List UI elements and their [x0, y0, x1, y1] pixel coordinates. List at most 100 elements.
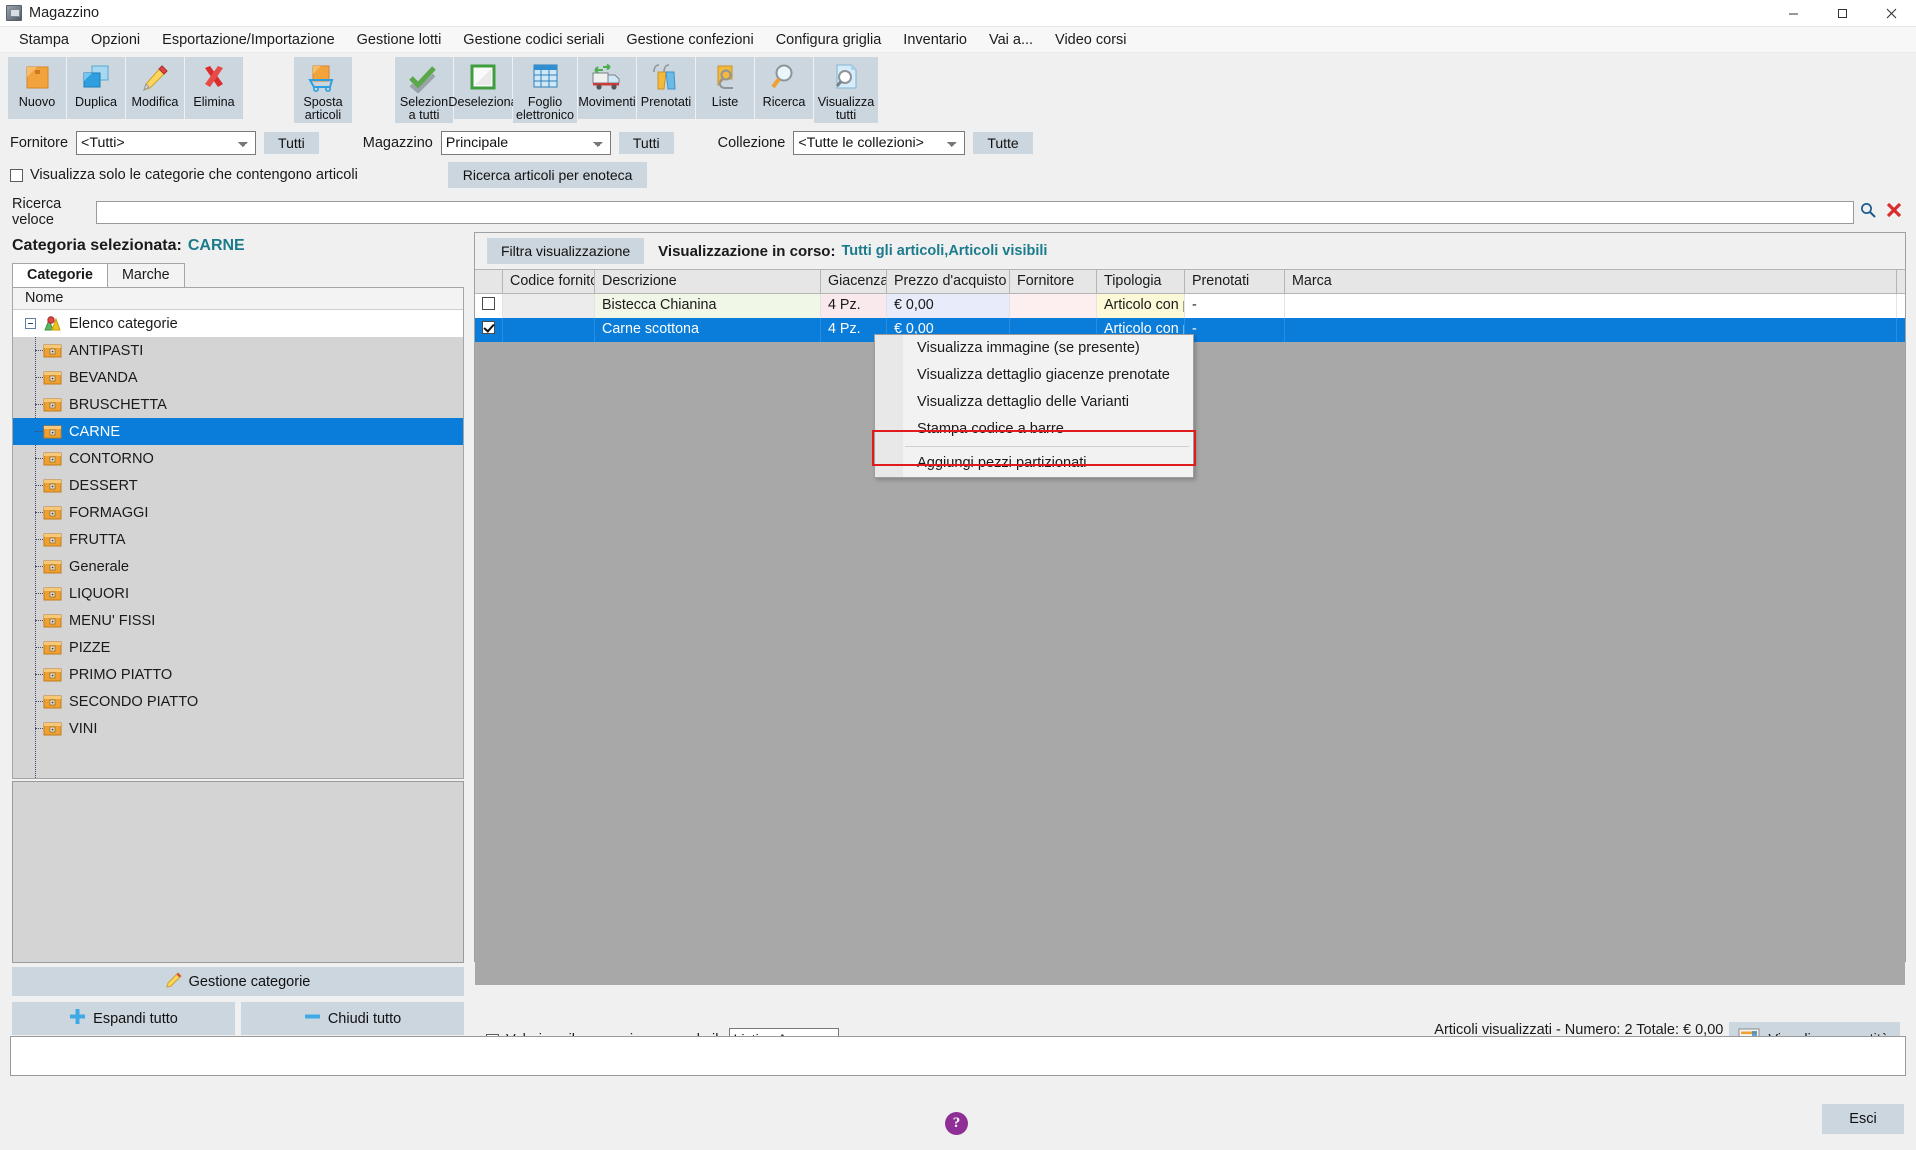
toolbar-button-nuovo[interactable]: Nuovo: [8, 57, 66, 119]
category-tree[interactable]: Nome Elenco categorie ANTIPASTI BEVANDA BR…: [12, 287, 464, 779]
grid-column-header-tipologia[interactable]: Tipologia: [1097, 270, 1185, 293]
box-icon: [43, 397, 62, 413]
menu-item-opzioni[interactable]: Opzioni: [80, 29, 151, 51]
collezione-tutte-button[interactable]: Tutte: [973, 132, 1033, 154]
cell-prenotati: -: [1185, 318, 1285, 342]
collapse-expander-icon[interactable]: [25, 318, 36, 329]
context-menu-item-aggiungi-pezzi-partizionati[interactable]: Aggiungi pezzi partizionati: [875, 450, 1193, 477]
grid-column-header-fornitore[interactable]: Fornitore: [1010, 270, 1097, 293]
tree-item-generale[interactable]: Generale: [13, 553, 463, 580]
menu-item-gestione-lotti[interactable]: Gestione lotti: [346, 29, 453, 51]
menu-item-inventario[interactable]: Inventario: [892, 29, 978, 51]
grid-column-header-marca[interactable]: Marca: [1285, 270, 1897, 293]
help-icon[interactable]: ?: [945, 1112, 968, 1135]
tree-item-frutta[interactable]: FRUTTA: [13, 526, 463, 553]
fornitore-tutti-button[interactable]: Tutti: [264, 132, 319, 154]
tree-item-menu-fissi[interactable]: MENU' FISSI: [13, 607, 463, 634]
tree-item-liquori[interactable]: LIQUORI: [13, 580, 463, 607]
ricerca-enoteca-button[interactable]: Ricerca articoli per enoteca: [447, 162, 648, 188]
menu-item-gestione-confezioni[interactable]: Gestione confezioni: [615, 29, 764, 51]
magazzino-select[interactable]: Principale: [440, 131, 611, 155]
row-select-checkbox[interactable]: [475, 294, 503, 318]
notes-box[interactable]: [10, 1036, 1906, 1076]
gestione-categorie-button[interactable]: Gestione categorie: [12, 967, 464, 996]
tree-item-contorno[interactable]: CONTORNO: [13, 445, 463, 472]
search-icon[interactable]: [1860, 202, 1876, 222]
magazzino-tutti-button[interactable]: Tutti: [618, 132, 674, 154]
menu-item-gestione-codici-seriali[interactable]: Gestione codici seriali: [452, 29, 615, 51]
grid-column-header-descrizione[interactable]: Descrizione: [595, 270, 821, 293]
red-x-clear-icon[interactable]: [1886, 202, 1902, 222]
empty-square-icon: [466, 63, 500, 93]
tab-categorie[interactable]: Categorie: [12, 263, 108, 287]
articles-grid[interactable]: Codice fornitoreDescrizioneGiacenzaPrezz…: [475, 269, 1905, 342]
grid-column-header-checkbox[interactable]: [475, 270, 503, 293]
menu-item-vai-a[interactable]: Vai a...: [978, 29, 1044, 51]
toolbar-button-prenotati[interactable]: Prenotati: [637, 57, 695, 119]
context-menu-item-visualizza-dettaglio-delle-varianti[interactable]: Visualizza dettaglio delle Varianti: [875, 389, 1193, 416]
cell-codice-fornitore: [503, 294, 595, 318]
tree-item-bevanda[interactable]: BEVANDA: [13, 364, 463, 391]
search-input[interactable]: [97, 201, 1853, 223]
espandi-tutto-button[interactable]: Espandi tutto: [12, 1002, 235, 1035]
close-icon[interactable]: [1867, 0, 1916, 27]
category-detail-area: [12, 781, 464, 963]
menu-item-configura-griglia[interactable]: Configura griglia: [765, 29, 893, 51]
checkbox-icon[interactable]: [482, 321, 495, 334]
tree-item-secondo-piatto[interactable]: SECONDO PIATTO: [13, 688, 463, 715]
toolbar-button-ricerca[interactable]: Ricerca: [755, 57, 813, 119]
tree-item-antipasti[interactable]: ANTIPASTI: [13, 337, 463, 364]
context-menu-separator: [905, 446, 1189, 447]
toolbar-label: Prenotati: [640, 95, 692, 109]
chiudi-tutto-button[interactable]: Chiudi tutto: [241, 1002, 464, 1035]
tree-item-carne[interactable]: CARNE: [13, 418, 463, 445]
table-row[interactable]: Bistecca Chianina 4 Pz. € 0,00 Articolo con…: [475, 294, 1905, 318]
tree-item-vini[interactable]: VINI: [13, 715, 463, 742]
esci-button[interactable]: Esci: [1822, 1104, 1904, 1134]
toolbar-button-seleziona-tutti[interactable]: Selezion a tutti: [395, 57, 453, 123]
notes-input[interactable]: [11, 1037, 1905, 1075]
toolbar-button-elimina[interactable]: Elimina: [185, 57, 243, 119]
menu-bar: Stampa Opzioni Esportazione/Importazione…: [0, 27, 1916, 53]
quick-search-input-wrap[interactable]: [96, 200, 1854, 224]
fornitore-select[interactable]: <Tutti>: [76, 131, 257, 155]
toolbar-button-liste[interactable]: Liste: [696, 57, 754, 119]
menu-item-video-corsi[interactable]: Video corsi: [1044, 29, 1137, 51]
tab-marche[interactable]: Marche: [106, 263, 185, 287]
filtra-visualizzazione-button[interactable]: Filtra visualizzazione: [487, 238, 645, 264]
toolbar-label: Foglio elettronico: [515, 95, 575, 122]
context-menu-item-stampa-codice-a-barre[interactable]: Stampa codice a barre: [875, 416, 1193, 443]
toolbar-button-foglio-elettronico[interactable]: Foglio elettronico: [513, 57, 577, 123]
toolbar-button-movimenti[interactable]: Movimenti: [578, 57, 636, 119]
cell-giacenza: 4 Pz.: [821, 294, 887, 318]
toolbar-button-deseleziona[interactable]: Deseleziona: [448, 57, 518, 119]
box-icon: [43, 721, 62, 737]
menu-item-stampa[interactable]: Stampa: [8, 29, 80, 51]
grid-column-header-giacenza[interactable]: Giacenza: [821, 270, 887, 293]
toolbar-button-modifica[interactable]: Modifica: [126, 57, 184, 119]
context-menu-item-visualizza-immagine-se-presente[interactable]: Visualizza immagine (se presente): [875, 335, 1193, 362]
tree-item-bruschetta[interactable]: BRUSCHETTA: [13, 391, 463, 418]
grid-column-header-codice-fornitore[interactable]: Codice fornitore: [503, 270, 595, 293]
toolbar-button-visualizza-tutti[interactable]: Visualizza tutti: [814, 57, 878, 123]
context-menu[interactable]: Visualizza immagine (se presente) Visuali…: [874, 334, 1194, 478]
tree-item-primo-piatto[interactable]: PRIMO PIATTO: [13, 661, 463, 688]
toolbar-label: Nuovo: [18, 95, 56, 109]
grid-column-header-prezzo-d-acquisto[interactable]: Prezzo d'acquisto: [887, 270, 1010, 293]
maximize-icon[interactable]: [1818, 0, 1867, 27]
menu-item-esportazione-importazione[interactable]: Esportazione/Importazione: [151, 29, 346, 51]
only-categories-with-articles-checkbox[interactable]: [10, 168, 23, 182]
tree-item-formaggi[interactable]: FORMAGGI: [13, 499, 463, 526]
tree-item-label: BRUSCHETTA: [69, 396, 167, 413]
grid-column-header-prenotati[interactable]: Prenotati: [1185, 270, 1285, 293]
toolbar-button-duplica[interactable]: Duplica: [67, 57, 125, 119]
tree-item-dessert[interactable]: DESSERT: [13, 472, 463, 499]
toolbar-button-sposta-articoli[interactable]: Sposta articoli: [294, 57, 352, 123]
row-select-checkbox[interactable]: [475, 318, 503, 342]
tree-root-item[interactable]: Elenco categorie: [13, 310, 463, 337]
tree-item-pizze[interactable]: PIZZE: [13, 634, 463, 661]
collezione-select[interactable]: <Tutte le collezioni>: [793, 131, 966, 155]
context-menu-item-visualizza-dettaglio-giacenze-prenotate[interactable]: Visualizza dettaglio giacenze prenotate: [875, 362, 1193, 389]
checkbox-icon[interactable]: [482, 297, 495, 310]
minimize-icon[interactable]: [1769, 0, 1818, 27]
